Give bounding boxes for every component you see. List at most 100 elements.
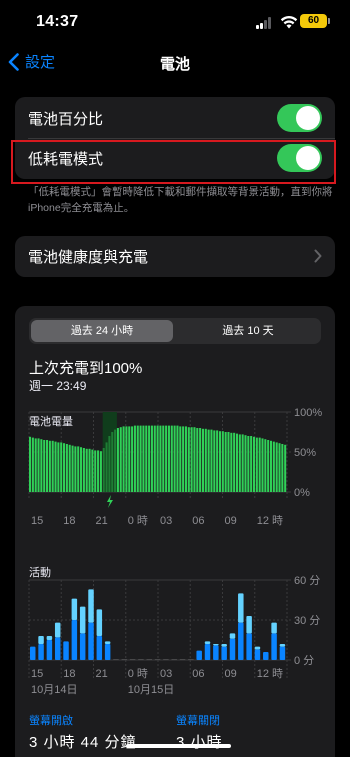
battery-bar	[238, 434, 241, 492]
battery-bar	[196, 428, 199, 492]
battery-bar	[190, 427, 193, 492]
battery-bar	[179, 426, 182, 492]
tab-last-24-hours[interactable]: 過去 24 小時	[31, 320, 173, 342]
battery-y-tick: 0%	[294, 487, 310, 499]
battery-bar	[37, 438, 40, 492]
toggle-knob	[296, 106, 320, 130]
wifi-icon	[280, 16, 298, 29]
battery-bar	[213, 430, 216, 492]
status-bar: 14:37 60	[0, 0, 350, 46]
battery-bar	[264, 439, 267, 492]
battery-usage-panel: 過去 24 小時 過去 10 天 上次充電到100% 週一 23:49 電池電量…	[15, 306, 335, 757]
battery-bar	[148, 425, 151, 492]
activity-bar-screen-off	[238, 593, 244, 623]
last-charged-time: 週一 23:49	[29, 379, 87, 393]
activity-x-tick: 18	[63, 668, 75, 680]
activity-bar-empty	[121, 659, 128, 660]
activity-bar-screen-on	[71, 620, 78, 660]
activity-bar-screen-on	[46, 640, 53, 660]
activity-bar-screen-off	[271, 622, 277, 634]
battery-x-tick: 12 時	[257, 514, 283, 527]
battery-bar	[241, 434, 244, 492]
activity-bar-screen-on	[104, 644, 111, 660]
activity-bar-screen-off	[46, 636, 53, 640]
activity-bar-empty	[138, 659, 144, 660]
battery-bar	[68, 444, 71, 492]
battery-bar	[170, 425, 173, 492]
activity-x-tick: 21	[96, 668, 108, 680]
screen-on-label: 螢幕開啟	[29, 715, 73, 727]
battery-bar	[122, 426, 125, 492]
battery-bar	[255, 437, 258, 492]
activity-bar-screen-off	[221, 644, 227, 647]
activity-bar-screen-on	[238, 622, 244, 660]
activity-bar-screen-off	[279, 644, 286, 647]
battery-bar	[145, 425, 148, 492]
battery-bar	[184, 426, 187, 492]
screen-off-label: 螢幕關閉	[176, 715, 220, 727]
battery-level-chart: 15 18 21 0 時 03 06 09 12 時 100% 50% 0%	[28, 407, 322, 527]
battery-bar	[284, 444, 287, 492]
activity-bar-screen-on	[54, 637, 61, 660]
activity-bar-screen-on	[196, 650, 202, 660]
battery-bar	[159, 425, 162, 492]
battery-bar	[99, 451, 102, 492]
battery-percentage-toggle[interactable]	[277, 104, 322, 132]
battery-y-tick: 50%	[294, 447, 316, 459]
activity-bar-screen-off	[104, 641, 111, 644]
home-indicator	[126, 744, 231, 748]
battery-bar	[102, 448, 105, 492]
battery-bar	[114, 429, 117, 492]
activity-bar-empty	[113, 659, 119, 660]
battery-bar	[150, 425, 153, 492]
activity-bar-screen-on	[279, 646, 286, 660]
battery-bar	[82, 448, 85, 492]
battery-bar	[221, 431, 224, 492]
battery-bar	[125, 426, 128, 492]
tab-last-10-days[interactable]: 過去 10 天	[177, 320, 319, 342]
battery-health-label: 電池健康度與充電	[28, 248, 149, 266]
battery-bar	[46, 440, 49, 492]
battery-bar	[267, 440, 270, 492]
battery-bar	[116, 428, 119, 492]
battery-bar	[60, 442, 63, 492]
battery-bar	[111, 432, 114, 492]
charging-bolt-icon	[106, 495, 113, 508]
activity-bar-screen-on	[271, 633, 277, 660]
activity-bar-screen-off	[204, 641, 211, 644]
battery-bar	[74, 446, 77, 492]
battery-bar	[230, 432, 233, 492]
activity-bar-screen-off	[246, 616, 252, 634]
battery-bar	[51, 440, 54, 492]
battery-health-item: 電池健康度與充電	[15, 236, 335, 276]
low-power-mode-footnote: 「低耗電模式」會暫時降低下載和郵件擷取等背景活動，直到你將iPhone完全充電為…	[28, 186, 333, 214]
activity-bar-screen-on	[204, 644, 211, 660]
battery-health-row[interactable]: 電池健康度與充電	[15, 236, 335, 277]
activity-bar-empty	[154, 659, 161, 660]
battery-percentage-row: 電池百分比	[15, 98, 335, 138]
battery-x-tick: 03	[160, 515, 172, 527]
battery-bar	[131, 426, 134, 492]
battery-bar	[199, 428, 202, 492]
last-charged-title: 上次充電到100%	[29, 360, 143, 377]
battery-bar	[244, 435, 247, 492]
activity-bar-screen-off	[88, 589, 94, 623]
activity-y-tick: 0 分	[294, 654, 314, 667]
battery-bar	[204, 428, 207, 492]
battery-bar	[43, 440, 46, 492]
battery-bar	[80, 447, 83, 492]
battery-x-tick: 0 時	[128, 514, 148, 527]
battery-bar	[139, 425, 142, 492]
activity-bar-empty	[146, 659, 153, 660]
battery-bar	[85, 448, 88, 492]
activity-bar-screen-off	[213, 644, 219, 646]
battery-bar	[119, 427, 122, 492]
activity-bar-screen-on	[263, 652, 269, 660]
activity-bar-screen-off	[96, 609, 103, 636]
battery-bar	[162, 425, 165, 492]
battery-bar	[128, 426, 131, 492]
battery-bar	[142, 425, 145, 492]
activity-bar-empty	[129, 659, 136, 660]
activity-bar-screen-on	[213, 645, 219, 660]
activity-bar-screen-off	[54, 622, 61, 638]
